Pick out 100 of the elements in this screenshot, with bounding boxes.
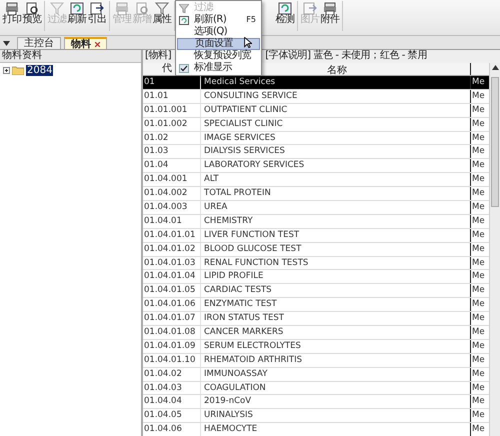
check-icon (179, 64, 189, 72)
menu-item[interactable]: 刷新(R) F5 (177, 14, 260, 26)
toolbar-button[interactable]: 检测 (275, 1, 295, 31)
table-row[interactable]: 01.04.02 IMMUNOASSAY Me (143, 368, 489, 382)
menu-item[interactable]: 标准显示 (177, 62, 260, 74)
name-cell: CHEMISTRY (204, 216, 253, 226)
code-cell: 01.04.05 (144, 410, 182, 420)
info-text: [物料] (145, 50, 172, 63)
table-cell: Me (472, 424, 485, 434)
panel-title: 物料资料 (0, 50, 141, 63)
table-row[interactable]: 01.04.003 UREA Me (143, 201, 489, 215)
expand-icon[interactable] (3, 67, 10, 74)
dropdown-arrow-icon[interactable] (3, 41, 10, 46)
menu-item[interactable]: 恢复预设列宽 (177, 50, 260, 62)
code-cell: 01 (144, 77, 155, 87)
name-cell: IRON STATUS TEST (204, 313, 284, 324)
name-cell: TOTAL PROTEIN (204, 188, 271, 198)
table-row[interactable]: 01.04.01.01 LIVER FUNCTION TEST Me (143, 228, 489, 243)
table-cell: Me (472, 244, 485, 254)
name-cell: OUTPATIENT CLINIC (204, 104, 288, 115)
tree-item[interactable]: 2084 (26, 65, 54, 76)
toolbar-button[interactable]: 打印 (2, 1, 22, 31)
funnel-icon (155, 2, 169, 15)
table-row[interactable]: 01.04 LABORATORY SERVICES Me (143, 159, 489, 174)
cursor-icon (244, 37, 252, 48)
table-row[interactable]: 01 Medical Services Me (143, 76, 489, 90)
table-row[interactable]: 01.04.01.08 CANCER MARKERS Me (143, 326, 489, 340)
name-cell: CONSULTING SERVICE (204, 90, 298, 101)
code-cell: 01.01 (144, 90, 168, 101)
name-cell: Medical Services (204, 77, 276, 87)
code-cell: 01.04.01.08 (144, 327, 196, 338)
table-row[interactable]: 01.04.01.03 RENAL FUNCTION TESTS Me (143, 256, 489, 270)
table-row[interactable]: 01.04.01.06 ENZYMATIC TEST Me (143, 298, 489, 312)
document-icon (135, 2, 149, 15)
table-cell: Me (472, 216, 485, 226)
toolbar-button[interactable]: 预览 (22, 1, 42, 31)
name-cell: CANCER MARKERS (204, 327, 284, 338)
toolbar-button[interactable]: 附件 (320, 1, 340, 31)
table-row[interactable]: 01.01 CONSULTING SERVICE Me (143, 90, 489, 104)
table-cell: Me (472, 299, 485, 310)
table-row[interactable]: 01.04.002 TOTAL PROTEIN Me (143, 187, 489, 202)
table-cell: Me (472, 104, 485, 115)
menu-item[interactable]: 选项(Q) (177, 26, 260, 38)
column-header[interactable]: 代 (162, 63, 172, 75)
name-cell: IMAGE SERVICES (204, 132, 276, 143)
scrollbar[interactable] (489, 63, 500, 436)
name-cell: LIVER FUNCTION TEST (204, 230, 300, 240)
name-cell: LABORATORY SERVICES (204, 160, 304, 170)
tab[interactable]: 主控台 (17, 37, 61, 49)
table-row[interactable]: 01.04.01.02 BLOOD GLUCOSE TEST Me (143, 242, 489, 257)
scroll-thumb[interactable] (491, 77, 499, 207)
close-icon[interactable] (95, 42, 100, 47)
code-cell: 01.04.04 (144, 396, 182, 406)
code-cell: 01.04.01.03 (144, 258, 196, 268)
table-cell: Me (472, 188, 485, 198)
name-cell: CARDIAC TESTS (204, 285, 272, 296)
name-cell: SPECIALIST CLINIC (204, 118, 283, 129)
printer-icon (115, 2, 129, 15)
toolbar-button[interactable]: 刷新 (67, 1, 87, 31)
name-cell: ALT (204, 174, 219, 184)
table-row[interactable]: 01.04.01.05 CARDIAC TESTS Me (143, 284, 489, 298)
name-cell: RENAL FUNCTION TESTS (204, 258, 308, 268)
table-row[interactable]: 01.04.01.09 SERUM ELECTROLYTES Me (143, 340, 489, 354)
table-row[interactable]: 01.03 DIALYSIS SERVICES Me (143, 145, 489, 160)
code-cell: 01.04.01.09 (144, 340, 196, 351)
menu-item[interactable]: 页面设置 (177, 38, 260, 50)
table-cell: Me (472, 313, 485, 324)
table-cell: Me (472, 396, 485, 406)
tab[interactable]: 物料 (64, 37, 107, 49)
table-cell: Me (472, 354, 485, 365)
code-cell: 01.04.01.01 (144, 230, 196, 240)
code-cell: 01.04.01.10 (144, 354, 196, 365)
code-cell: 01.04.01 (144, 216, 182, 226)
code-cell: 01.04.06 (144, 424, 182, 434)
document-icon (25, 2, 39, 15)
table-row[interactable]: 01.04.001 ALT Me (143, 173, 489, 188)
table-row[interactable]: 01.04.01 CHEMISTRY Me (143, 214, 489, 229)
refresh-icon (179, 16, 189, 24)
table-cell: Me (472, 271, 485, 282)
code-cell: 01.04.01.06 (144, 299, 196, 310)
toolbar-button[interactable]: 引出 (87, 1, 107, 31)
table-row[interactable]: 01.04.01.07 IRON STATUS TEST Me (143, 312, 489, 326)
table-row[interactable]: 01.04.05 URINALYSIS Me (143, 409, 489, 424)
code-cell: 01.04.003 (144, 202, 188, 212)
table-cell: Me (472, 146, 485, 156)
scroll-up-icon[interactable] (492, 65, 498, 70)
table-row[interactable]: 01.04.01.04 LIPID PROFILE Me (143, 270, 489, 284)
table-row[interactable]: 01.04.03 COAGULATION Me (143, 382, 489, 396)
code-cell: 01.04 (144, 160, 168, 170)
table-row[interactable]: 01.01.001 OUTPATIENT CLINIC Me (143, 104, 489, 118)
table-row[interactable]: 01.04.01.10 RHEMATOID ARTHRITIS Me (143, 354, 489, 368)
name-cell: ENZYMATIC TEST (204, 299, 277, 310)
table-row[interactable]: 01.04.04 2019-nCoV Me (143, 395, 489, 410)
column-header[interactable]: 名称 (327, 65, 347, 76)
table-row[interactable]: 01.02 IMAGE SERVICES Me (143, 132, 489, 146)
table-row[interactable]: 01.01.002 SPECIALIST CLINIC Me (143, 118, 489, 132)
table-cell: Me (472, 202, 485, 212)
name-cell: HAEMOCYTE (204, 424, 258, 434)
toolbar-button[interactable]: 属性 (152, 1, 172, 31)
table-cell: Me (472, 90, 485, 101)
